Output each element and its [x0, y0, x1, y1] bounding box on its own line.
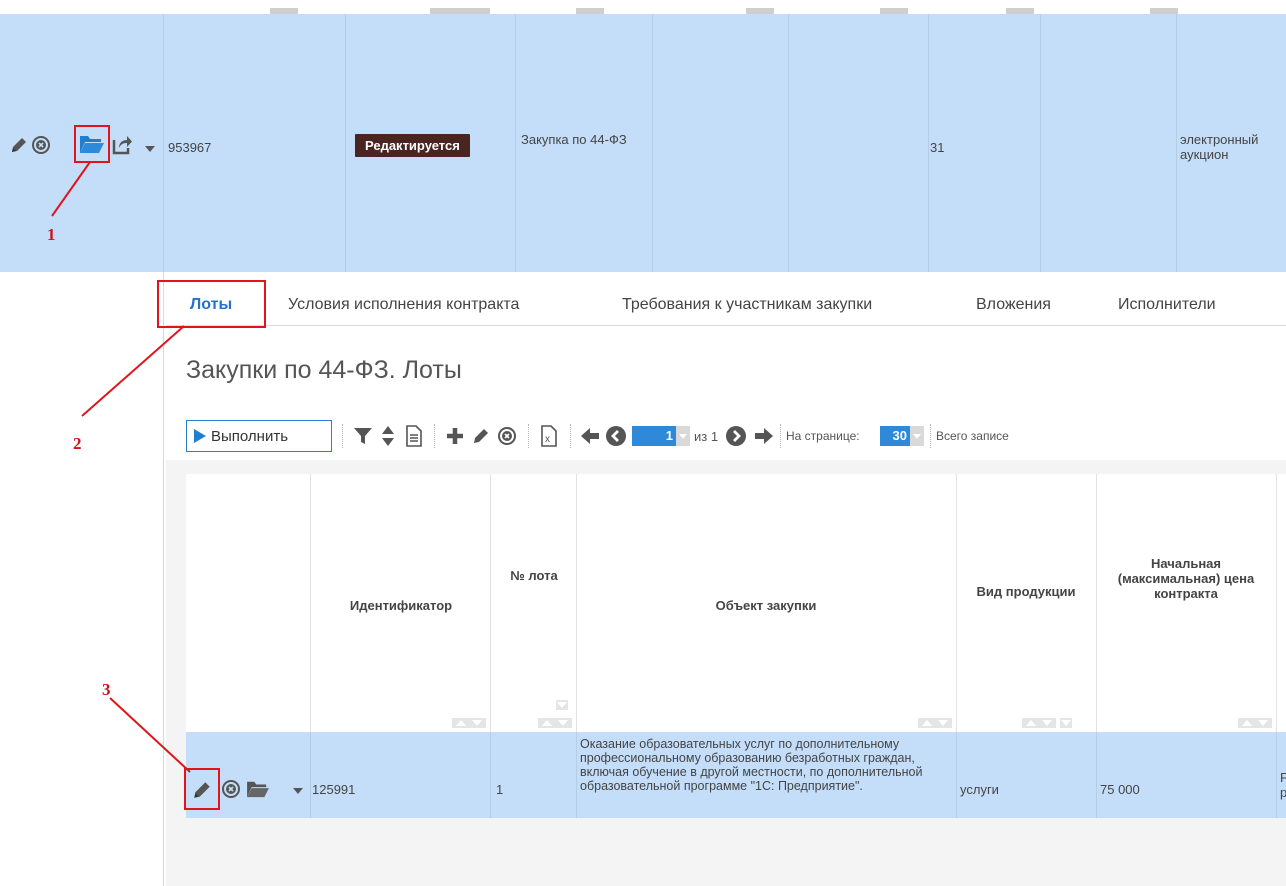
tab-participant-requirements[interactable]: Требования к участникам закупки [622, 296, 872, 314]
lot-product-type: услуги [960, 782, 999, 797]
page-of-label: из 1 [694, 429, 719, 444]
delete-circle-icon[interactable] [220, 778, 242, 800]
caret-down-icon[interactable] [144, 144, 156, 154]
svg-text:x: x [545, 434, 550, 445]
excel-icon[interactable]: x [536, 420, 562, 452]
annotation-box-2 [157, 280, 266, 328]
execute-label: Выполнить [211, 427, 289, 445]
annotation-number-1: 1 [47, 225, 56, 244]
column-header-initial-price[interactable]: Начальная (максимальная) цена контракта [1104, 556, 1268, 601]
procurement-type: Закупка по 44-ФЗ [521, 132, 627, 147]
lot-initial-price: 75 000 [1100, 782, 1140, 797]
filter-button-product-type[interactable] [1060, 718, 1072, 728]
delete-circle-icon[interactable] [494, 420, 520, 452]
arrow-left-icon[interactable] [578, 420, 602, 452]
pencil-icon[interactable] [8, 134, 30, 156]
annotation-line-3 [109, 697, 191, 773]
pencil-icon[interactable] [468, 420, 494, 452]
circle-right-icon[interactable] [724, 420, 748, 452]
execute-button[interactable]: Выполнить [186, 420, 332, 452]
sort-button-lot-number[interactable] [538, 718, 572, 728]
annotation-line-2 [81, 325, 185, 417]
page-number-dropdown[interactable] [676, 426, 690, 446]
lot-id: 125991 [312, 782, 356, 797]
per-page-dropdown[interactable] [910, 426, 924, 446]
column-header-product-type[interactable]: Вид продукции [968, 584, 1084, 599]
section-title: Закупки по 44-ФЗ. Лоты [186, 356, 462, 384]
sort-button-id[interactable] [452, 718, 486, 728]
play-icon [194, 429, 206, 443]
sort-button-product-type[interactable] [1022, 718, 1056, 728]
total-records-label: Всего записе [936, 429, 1009, 443]
column-header-id[interactable]: Идентификатор [318, 598, 484, 613]
page-number-input[interactable]: 1 [632, 426, 676, 446]
delete-circle-icon[interactable] [30, 134, 52, 156]
circle-left-icon[interactable] [604, 420, 628, 452]
document-icon[interactable] [402, 420, 426, 452]
sort-button-initial-price[interactable] [1238, 718, 1272, 728]
tab-contract-conditions[interactable]: Условия исполнения контракта [288, 296, 519, 314]
share-icon[interactable] [110, 133, 134, 157]
top-strip [0, 0, 1286, 14]
status-badge: Редактируется [355, 134, 470, 157]
sort-icon[interactable] [376, 420, 400, 452]
tab-attachments[interactable]: Вложения [976, 296, 1051, 314]
lot-cut-cell: Р р [1280, 770, 1286, 800]
sort-button-object[interactable] [918, 718, 952, 728]
tab-underline [166, 325, 1286, 326]
filter-icon[interactable] [350, 420, 376, 452]
column-header-lot-number[interactable]: № лота [510, 568, 558, 583]
procurement-count: 31 [930, 140, 945, 155]
lot-object: Оказание образовательных услуг по дополн… [580, 737, 923, 793]
arrow-right-icon[interactable] [752, 420, 776, 452]
annotation-line-1 [51, 161, 91, 217]
plus-icon[interactable] [442, 420, 468, 452]
procurement-method: электронный аукцион [1180, 132, 1259, 162]
per-page-input[interactable]: 30 [880, 426, 910, 446]
procurement-id: 953967 [168, 140, 212, 155]
lot-number: 1 [496, 782, 504, 797]
tab-executors[interactable]: Исполнители [1118, 296, 1216, 314]
caret-down-icon[interactable] [292, 786, 304, 796]
annotation-number-3: 3 [102, 680, 111, 699]
per-page-label: На странице: [786, 429, 860, 443]
annotation-box-1 [74, 125, 110, 163]
filter-button-lot-number[interactable] [556, 700, 568, 710]
annotation-number-2: 2 [73, 434, 82, 453]
column-header-object[interactable]: Объект закупки [580, 598, 952, 613]
folder-open-icon[interactable] [244, 778, 272, 800]
